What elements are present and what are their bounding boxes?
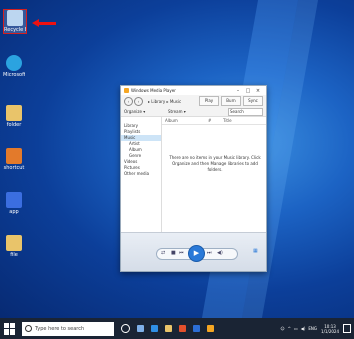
column-headers: Album # Title (162, 117, 266, 125)
task-view-icon[interactable] (121, 324, 130, 333)
recycle-bin-icon (7, 10, 23, 26)
taskbar-search-placeholder: Type here to search (35, 325, 85, 332)
play-button[interactable]: ▶ (188, 245, 205, 262)
edge-icon (6, 55, 22, 71)
widgets-icon[interactable] (137, 325, 144, 332)
nav-bar: ‹ › ▸ Library ▸ Music Play Burn Sync (121, 95, 266, 107)
tab-burn[interactable]: Burn (221, 96, 241, 106)
back-icon[interactable]: ‹ (124, 96, 133, 106)
desktop-icon-file[interactable]: file (3, 235, 25, 258)
playback-controls: ⇄ ■ ⏮ ▶ ⏭ ◀) ▦ (121, 232, 266, 271)
organize-menu[interactable]: Organize ▾ (124, 109, 152, 114)
volume-icon[interactable]: ◀) (301, 326, 306, 331)
desktop: Recycle Bin Microsoft Edge folder shortc… (0, 0, 354, 318)
stop-icon[interactable]: ■ (171, 250, 176, 256)
edge-icon[interactable] (151, 325, 158, 332)
column-title[interactable]: Title (220, 117, 263, 124)
library-nav-pane: Library Playlists Music Artist Album Gen… (121, 117, 162, 233)
desktop-icon-label: file (10, 252, 18, 258)
empty-library-message: There are no items in your Music library… (169, 155, 261, 172)
app-icon (6, 192, 22, 208)
windows-logo-pane (10, 322, 15, 328)
arrow-shaft (38, 22, 56, 25)
desktop-icon-label: Microsoft Edge (3, 72, 25, 78)
toolbar: Organize ▾ Stream ▾ Search (121, 107, 266, 117)
red-arrow-annotation (32, 19, 56, 27)
system-tray: ☺ ^ ▭ ◀) ENG 10:13 1/1/2024 (277, 324, 351, 334)
windows-logo-pane (10, 329, 15, 335)
folder-icon (6, 105, 22, 121)
stream-menu[interactable]: Stream ▾ (168, 109, 198, 114)
media-player-icon[interactable] (207, 325, 214, 332)
file-icon (6, 235, 22, 251)
mail-icon[interactable] (193, 325, 200, 332)
next-icon[interactable]: ⏭ (207, 250, 212, 256)
desktop-icon-app[interactable]: app (3, 192, 25, 215)
desktop-icon-recycle-bin[interactable]: Recycle Bin (3, 9, 27, 34)
window-titlebar[interactable]: Windows Media Player – □ × (121, 86, 266, 95)
desktop-icon-folder[interactable]: folder (3, 105, 25, 128)
tab-play[interactable]: Play (199, 96, 219, 106)
media-player-window[interactable]: Windows Media Player – □ × ‹ › ▸ Library… (120, 85, 267, 272)
file-explorer-icon[interactable] (165, 325, 172, 332)
taskbar: Type here to search ☺ ^ ▭ ◀) ENG 10:13 1… (0, 318, 354, 339)
close-icon[interactable]: × (253, 88, 263, 94)
store-icon[interactable] (179, 325, 186, 332)
search-icon (25, 325, 32, 332)
column-album[interactable]: Album (162, 117, 205, 124)
network-icon[interactable]: ▭ (294, 326, 298, 331)
chevron-up-icon[interactable]: ^ (288, 326, 291, 331)
window-title: Windows Media Player (131, 88, 176, 93)
desktop-icon-edge[interactable]: Microsoft Edge (3, 55, 25, 78)
switch-to-now-playing-icon[interactable]: ▦ (253, 248, 260, 255)
nav-item-other-media[interactable]: Other media (121, 171, 161, 177)
breadcrumb[interactable]: ▸ Library ▸ Music (148, 99, 197, 104)
volume-icon[interactable]: ◀) (217, 250, 223, 256)
clock[interactable]: 10:13 1/1/2024 (321, 324, 339, 334)
windows-logo-pane (4, 322, 9, 328)
desktop-icon-label: shortcut (3, 165, 25, 171)
desktop-icon-shortcut[interactable]: shortcut (3, 148, 25, 171)
language-icon[interactable]: ENG (308, 326, 317, 331)
library-body: Library Playlists Music Artist Album Gen… (121, 117, 266, 233)
maximize-icon[interactable]: □ (243, 88, 253, 94)
forward-icon[interactable]: › (134, 96, 143, 106)
library-content: Album # Title There are no items in your… (162, 117, 266, 233)
desktop-icon-label: Recycle Bin (4, 27, 26, 33)
clock-date: 1/1/2024 (321, 328, 339, 334)
column-number[interactable]: # (205, 117, 220, 124)
search-input[interactable]: Search (228, 107, 263, 116)
taskbar-search[interactable]: Type here to search (22, 321, 114, 336)
previous-icon[interactable]: ⏮ (179, 250, 184, 256)
start-button[interactable] (4, 322, 16, 335)
minimize-icon[interactable]: – (233, 88, 243, 94)
notification-icon[interactable] (343, 324, 351, 333)
desktop-icon-label: app (9, 209, 19, 215)
people-icon[interactable]: ☺ (280, 326, 284, 331)
tab-sync[interactable]: Sync (243, 96, 263, 106)
windows-logo-pane (4, 329, 9, 335)
media-player-icon (124, 88, 129, 93)
shuffle-icon[interactable]: ⇄ (161, 250, 165, 256)
desktop-icon-label: folder (6, 122, 22, 128)
shortcut-icon (6, 148, 22, 164)
